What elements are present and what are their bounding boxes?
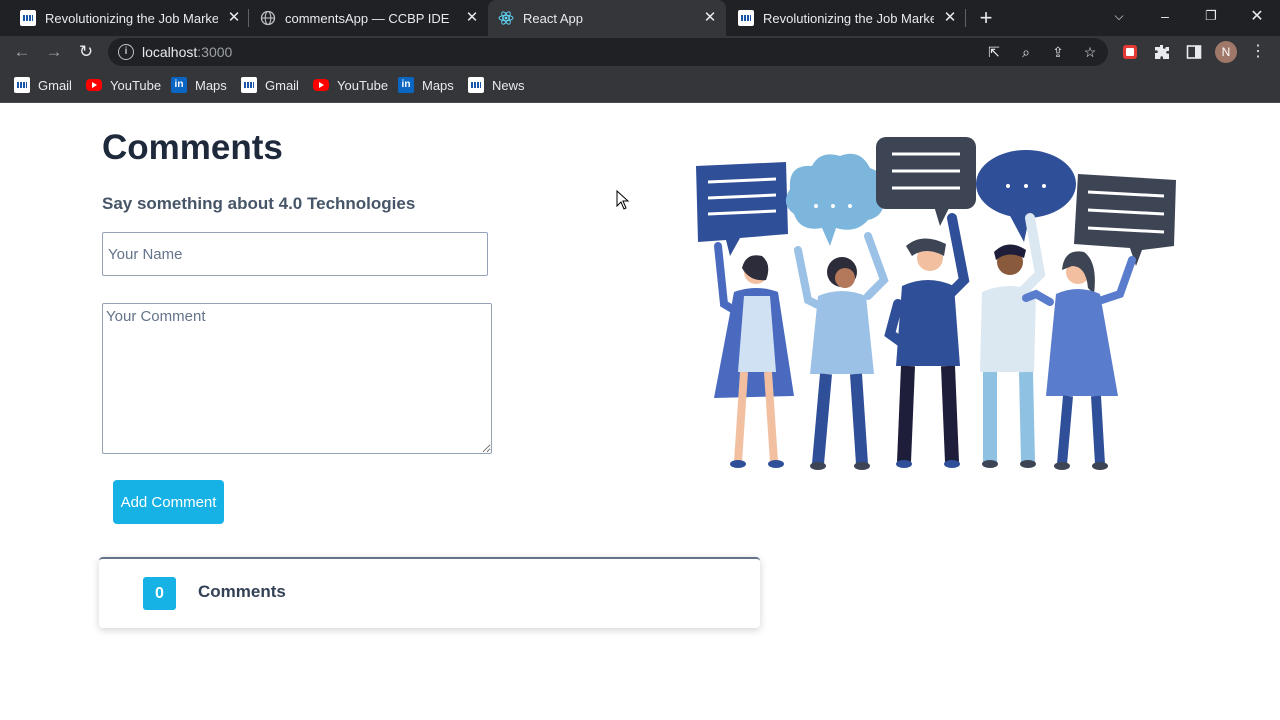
back-arrow-icon[interactable]: ← — [10, 40, 34, 64]
nxt-wave-favicon — [738, 10, 754, 26]
bookmark-news[interactable]: News — [468, 76, 525, 94]
react-icon — [498, 10, 514, 26]
nxt-wave-favicon — [20, 10, 36, 26]
restore-icon[interactable]: ❐ — [1188, 0, 1234, 32]
nxt-wave-favicon — [468, 77, 484, 93]
comments-count-card: 0 Comments — [99, 557, 760, 628]
tab-title: React App — [523, 10, 583, 26]
browser-tab-4[interactable]: Revolutionizing the Job Market | ✕ — [730, 0, 964, 36]
person-3 — [884, 213, 970, 468]
nxt-wave-favicon — [14, 77, 30, 93]
forward-arrow-icon[interactable]: → — [42, 40, 66, 64]
person-2 — [794, 232, 889, 470]
youtube-icon — [313, 79, 329, 91]
speech-bubble-2 — [785, 153, 885, 246]
window-close-icon[interactable]: ✕ — [1234, 0, 1280, 32]
person-1 — [714, 242, 794, 468]
bookmark-maps[interactable]: in Maps — [398, 76, 454, 94]
new-tab-plus-icon[interactable]: + — [964, 2, 1008, 34]
people-speech-bubbles-illustration — [696, 137, 1176, 470]
bookmark-gmail[interactable]: Gmail — [241, 76, 299, 94]
comment-count-badge: 0 — [143, 577, 176, 610]
browser-tab-1[interactable]: Revolutionizing the Job Market | ✕ — [12, 0, 248, 36]
linkedin-icon: in — [171, 77, 187, 93]
comment-textarea[interactable] — [102, 303, 492, 454]
reload-icon[interactable]: ↻ — [74, 40, 98, 64]
browser-toolbar: ← → ↻ i localhost:3000 ⇱ ⌕ ⇪ ☆ N ⋮ — [0, 36, 1280, 68]
url-text: localhost:3000 — [142, 44, 233, 60]
person-5 — [1022, 251, 1136, 470]
speech-bubble-3 — [876, 137, 976, 226]
bookmark-maps[interactable]: in Maps — [171, 76, 227, 94]
address-bar[interactable]: i localhost:3000 ⇱ ⌕ ⇪ ☆ — [108, 38, 1108, 66]
linkedin-icon: in — [398, 77, 414, 93]
site-info-icon[interactable]: i — [118, 44, 134, 60]
name-input[interactable] — [102, 232, 488, 276]
speech-bubble-1 — [696, 162, 788, 256]
bookmark-label: YouTube — [337, 77, 389, 93]
close-icon[interactable]: ✕ — [464, 10, 480, 26]
share-icon[interactable]: ⇪ — [1048, 42, 1068, 62]
speech-bubble-5 — [1074, 174, 1176, 266]
bookmark-youtube[interactable]: YouTube — [313, 76, 388, 94]
bookmark-label: Maps — [195, 77, 227, 93]
page-subtitle: Say something about 4.0 Technologies — [102, 194, 416, 213]
bookmark-star-icon[interactable]: ☆ — [1080, 42, 1100, 62]
youtube-icon — [86, 79, 102, 91]
browser-tab-2[interactable]: commentsApp — CCBP IDE ✕ — [252, 0, 486, 36]
minimize-icon[interactable]: – — [1142, 0, 1188, 32]
comments-count-label: Comments — [198, 582, 286, 601]
bookmark-label: Gmail — [265, 77, 299, 93]
bookmark-label: YouTube — [110, 77, 162, 93]
close-icon[interactable]: ✕ — [942, 10, 958, 26]
bookmark-label: Maps — [422, 77, 454, 93]
bookmarks-bar: Gmail YouTube in Maps Gmail YouTube in Map… — [0, 68, 1280, 103]
tab-search-chevron-icon[interactable]: ⌵ — [1096, 0, 1142, 32]
close-icon[interactable]: ✕ — [702, 10, 718, 26]
extensions-puzzle-icon[interactable] — [1150, 40, 1174, 64]
page-title: Comments — [102, 128, 283, 167]
close-icon[interactable]: ✕ — [226, 10, 242, 26]
tab-strip: Revolutionizing the Job Market | ✕ comme… — [0, 0, 1280, 36]
browser-tab-3-active[interactable]: React App ✕ — [488, 0, 726, 36]
profile-avatar[interactable]: N — [1215, 41, 1237, 63]
nxt-wave-favicon — [241, 77, 257, 93]
add-comment-button[interactable]: Add Comment — [113, 480, 224, 524]
zoom-icon[interactable]: ⌕ — [1016, 42, 1036, 62]
bookmark-label: News — [492, 77, 525, 93]
extension-red-icon[interactable] — [1118, 40, 1142, 64]
kebab-menu-icon[interactable]: ⋮ — [1246, 40, 1270, 64]
tab-title: commentsApp — CCBP IDE — [285, 10, 450, 26]
bookmark-label: Gmail — [38, 77, 72, 93]
page-content: Comments Say something about 4.0 Technol… — [0, 104, 1280, 720]
person-4 — [980, 213, 1046, 468]
tab-title: Revolutionizing the Job Market | — [763, 10, 934, 26]
bookmark-gmail[interactable]: Gmail — [14, 76, 72, 94]
tab-title: Revolutionizing the Job Market | — [45, 10, 218, 26]
globe-icon — [260, 10, 276, 26]
open-in-new-icon[interactable]: ⇱ — [984, 42, 1004, 62]
speech-bubble-4 — [976, 150, 1076, 242]
mouse-cursor-icon — [616, 190, 630, 210]
bookmark-youtube[interactable]: YouTube — [86, 76, 161, 94]
tab-separator — [248, 9, 249, 27]
side-panel-icon[interactable] — [1182, 40, 1206, 64]
